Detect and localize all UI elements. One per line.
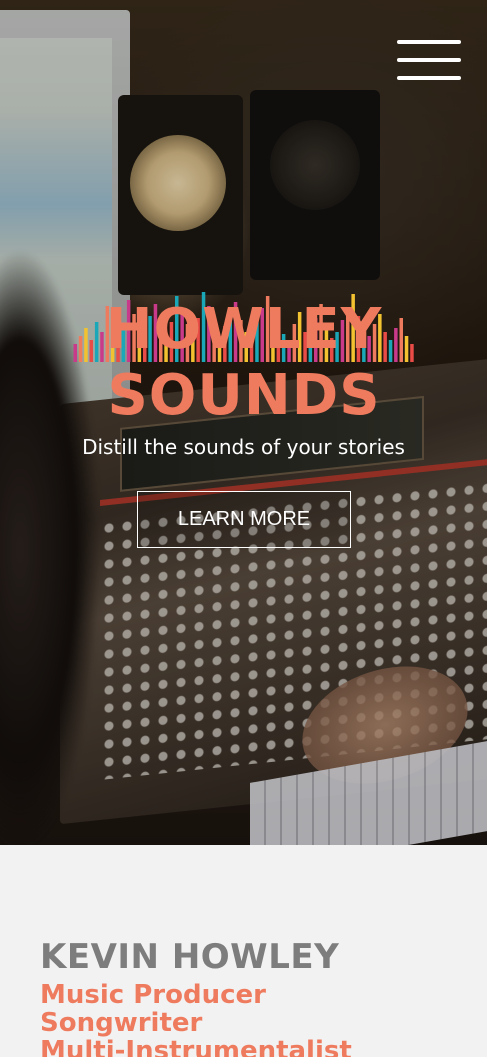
logo-word-sounds: SOUNDS bbox=[107, 363, 381, 428]
hero-tagline: Distill the sounds of your stories bbox=[82, 435, 405, 459]
role-item: Music Producer bbox=[40, 980, 266, 1010]
howley-sounds-logo: HOWLEY SOUNDS bbox=[73, 266, 415, 428]
role-item: Songwriter bbox=[40, 1008, 203, 1038]
role-item: Multi-Instrumentalist bbox=[40, 1036, 352, 1057]
learn-more-button[interactable]: LEARN MORE bbox=[137, 491, 351, 548]
roles-list: Music Producer Songwriter Multi-Instrume… bbox=[40, 981, 352, 1057]
artist-name: KEVIN HOWLEY bbox=[40, 937, 340, 977]
hero-section: HOWLEY SOUNDS Distill the sounds of your… bbox=[0, 0, 487, 845]
hamburger-menu-icon[interactable] bbox=[397, 40, 461, 82]
about-section: KEVIN HOWLEY Music Producer Songwriter M… bbox=[0, 845, 487, 1057]
logo-word-howley: HOWLEY bbox=[105, 297, 383, 362]
